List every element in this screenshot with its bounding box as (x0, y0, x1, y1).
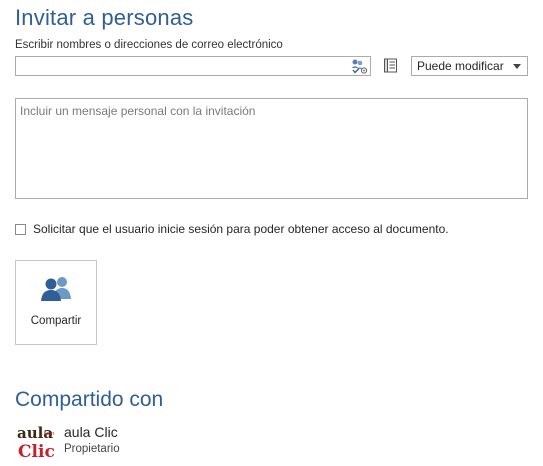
require-signin-row[interactable]: Solicitar que el usuario inicie sesión p… (15, 221, 449, 237)
names-field-label: Escribir nombres o direcciones de correo… (15, 39, 283, 51)
share-people-icon (41, 277, 71, 301)
names-input[interactable] (15, 56, 371, 76)
share-button-label: Compartir (30, 315, 82, 327)
avatar: aula .com Clic (15, 422, 55, 460)
chevron-down-icon (513, 64, 521, 69)
check-names-icon[interactable] (350, 58, 368, 74)
shared-person-role: Propietario (64, 443, 120, 455)
require-signin-label: Solicitar que el usuario inicie sesión p… (33, 222, 449, 236)
share-button[interactable]: Compartir (15, 260, 97, 345)
shared-with-heading: Compartido con (15, 388, 164, 411)
svg-text:.com: .com (42, 431, 54, 437)
page-title: Invitar a personas (15, 5, 194, 30)
permission-dropdown[interactable]: Puede modificar (411, 56, 528, 76)
address-book-icon[interactable] (383, 58, 399, 73)
message-placeholder: Incluir un mensaje personal con la invit… (20, 104, 256, 118)
require-signin-checkbox[interactable] (15, 223, 26, 235)
personal-message-textarea[interactable]: Incluir un mensaje personal con la invit… (15, 98, 528, 199)
permission-selected-value: Puede modificar (417, 59, 504, 73)
shared-person-name: aula Clic (64, 424, 118, 440)
svg-text:Clic: Clic (18, 442, 55, 460)
